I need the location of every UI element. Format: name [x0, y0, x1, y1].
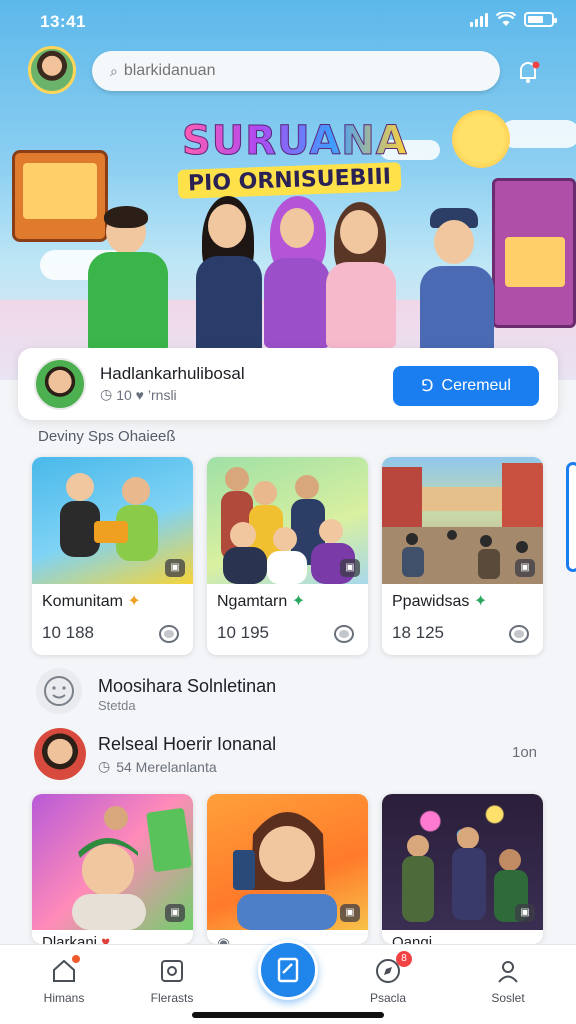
media-card[interactable]: ▣ ◉: [207, 794, 368, 944]
person-icon: ⅁: [421, 378, 434, 395]
gallery-icon: ▣: [515, 559, 535, 577]
status-bar: 13:41: [0, 0, 576, 44]
gallery-icon: ▣: [340, 904, 360, 922]
connect-button-label: Ceremeul: [441, 377, 511, 394]
card-title: Dlarkani: [42, 934, 98, 944]
media-card[interactable]: ▣ Qangi: [382, 794, 543, 944]
card-title: Ngamtarn: [217, 593, 288, 610]
chat-icon[interactable]: [509, 625, 529, 643]
nav-badge: 8: [396, 951, 412, 967]
search-input[interactable]: [123, 62, 464, 80]
profile-meta: ◷ 10 ♥ ’rnsli: [100, 386, 177, 403]
search-bar[interactable]: ⌕: [92, 51, 500, 91]
community-card[interactable]: ▣ Ngamtarn ✦ 10 195: [207, 457, 368, 655]
star-icon: ✦: [127, 593, 141, 610]
gallery-icon: ▣: [515, 904, 535, 922]
nav-label: Flerasts: [150, 991, 194, 1005]
nav-explore[interactable]: 8 Psacla: [348, 951, 428, 1005]
search-icon: ⌕: [110, 62, 118, 79]
community-card[interactable]: ▣ Ppawidsas ✦ 18 125: [382, 457, 543, 655]
globe-icon: ◉: [217, 935, 231, 944]
card-title: Komunitam: [42, 593, 123, 610]
star-icon: ✦: [473, 593, 488, 610]
feed-item-title[interactable]: Moosihara Solnletinan: [98, 676, 276, 697]
gallery-icon: ▣: [165, 559, 185, 577]
chat-icon[interactable]: [334, 625, 354, 643]
nav-label: Soslet: [491, 991, 525, 1005]
nav-feeds[interactable]: Flerasts: [132, 957, 212, 1005]
signal-icon: [470, 12, 488, 27]
heart-icon: ♥: [101, 934, 111, 944]
section-label: Deviny Sps Ohaieeß: [38, 428, 176, 445]
media-cards: ▣ Dlarkani ♥ ▣ ◉ ▣ Qangi: [32, 794, 543, 944]
wifi-icon: [496, 12, 516, 26]
sun-mascot-icon: [452, 110, 510, 168]
card-count: 10 195: [217, 623, 269, 642]
feed-item-subtitle-row: ◷ 54 Merelanlanta: [98, 758, 217, 775]
hero-banner[interactable]: SURUANA PIO ORNISUEBIII 13:41 ⌕ blarkida…: [0, 0, 576, 380]
card-count: 10 188: [42, 623, 94, 642]
card-count: 18 125: [392, 623, 444, 642]
feed-avatar[interactable]: [34, 728, 86, 780]
media-card[interactable]: ▣ Dlarkani ♥: [32, 794, 193, 944]
user-icon: [494, 957, 522, 985]
status-time: 13:41: [40, 12, 86, 31]
connect-button[interactable]: ⅁ Ceremeul: [393, 366, 539, 406]
community-card[interactable]: ▣ Komunitam ✦ 10 188: [32, 457, 193, 655]
nav-label: Himans: [43, 991, 85, 1005]
profile-card[interactable]: Hadlankarhulibosal ◷ 10 ♥ ’rnsli ⅁ Cerem…: [18, 348, 558, 420]
card-title: Ppawidsas: [392, 593, 470, 610]
feed-item-title[interactable]: Relseal Hoerir Ionanal: [98, 734, 276, 755]
nav-profile[interactable]: Soslet: [468, 957, 548, 1005]
gallery-icon: ▣: [165, 904, 185, 922]
hero-title: SURUANA: [182, 118, 408, 165]
profile-avatar[interactable]: [34, 358, 86, 410]
shop-kiosk-left: [12, 150, 108, 242]
profile-name: Hadlankarhulibosal: [100, 364, 245, 383]
side-scroll-tab[interactable]: [566, 462, 576, 572]
nav-home[interactable]: Himans: [24, 953, 104, 1005]
card-title: Qangi: [392, 934, 433, 944]
clock-icon: ◷: [100, 386, 113, 402]
feed-item-time: 1on: [512, 744, 538, 761]
star-icon: ✦: [291, 593, 306, 610]
square-icon: [158, 957, 186, 985]
create-icon: [277, 957, 299, 983]
shop-kiosk-right: [492, 178, 576, 328]
feed-item-subtitle: 54 Merelanlanta: [116, 758, 217, 775]
home-icon: [50, 953, 82, 985]
hero-subtitle: PIO ORNISUEBIII: [177, 162, 402, 199]
create-button[interactable]: [258, 940, 318, 1000]
smiley-icon: [36, 668, 82, 714]
feed-item-subtitle: Stetda: [98, 698, 136, 713]
home-indicator: [192, 1012, 384, 1018]
profile-meta-text: 10 ♥ ’rnsli: [116, 386, 177, 403]
community-cards: ▣ Komunitam ✦ 10 188 ▣ Ngamtarn ✦ 10 195: [32, 457, 543, 655]
notification-bell-icon[interactable]: [514, 58, 542, 86]
clock-icon: ◷: [98, 758, 111, 774]
nav-label: Psacla: [369, 991, 407, 1005]
gallery-icon: ▣: [340, 559, 360, 577]
chat-icon[interactable]: [159, 625, 179, 643]
user-avatar[interactable]: [28, 46, 76, 94]
battery-icon: [524, 12, 557, 27]
compass-icon: 8: [374, 951, 412, 985]
